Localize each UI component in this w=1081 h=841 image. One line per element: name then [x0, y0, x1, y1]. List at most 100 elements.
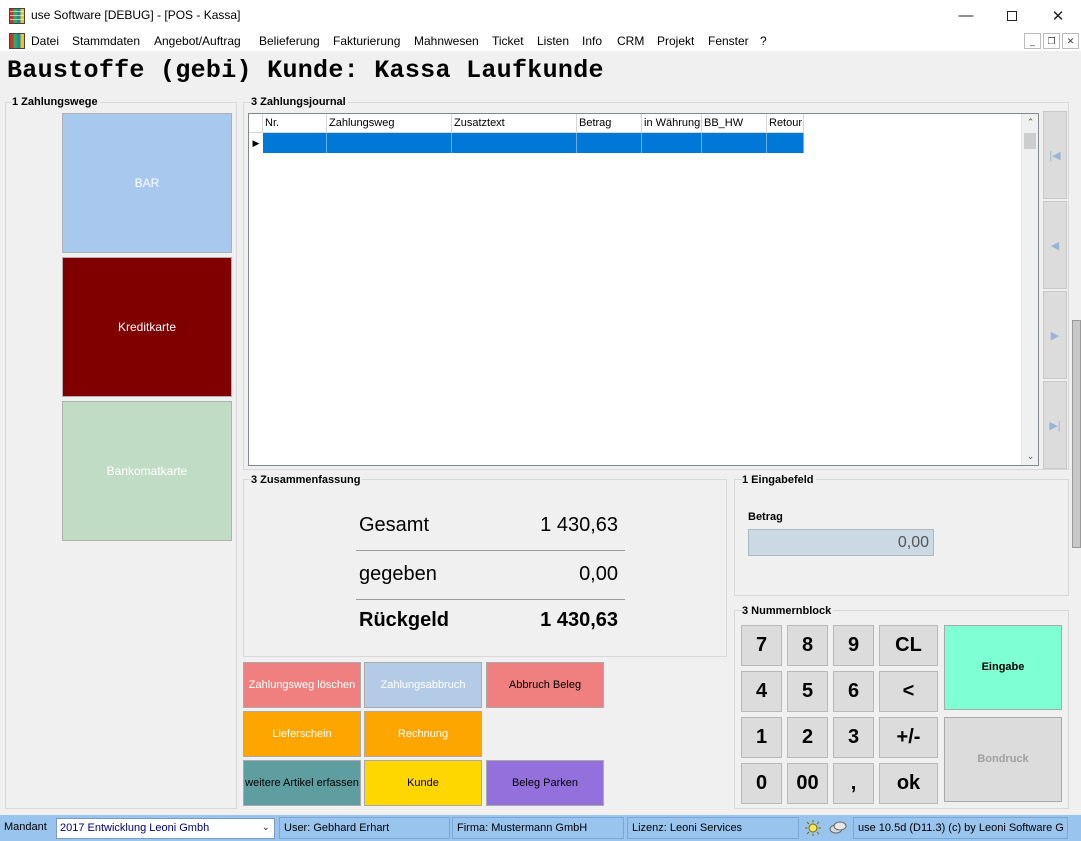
menu-crm[interactable]: CRM	[617, 34, 644, 48]
table-cell[interactable]	[327, 133, 452, 153]
abbruch-beleg-button[interactable]: Abbruch Beleg	[486, 662, 604, 708]
key-4[interactable]: 4	[741, 671, 782, 712]
menu-mahnwesen[interactable]: Mahnwesen	[414, 34, 479, 48]
key-sign[interactable]: +/-	[879, 717, 938, 758]
menu-ticket[interactable]: Ticket	[492, 34, 524, 48]
key-0[interactable]: 0	[741, 763, 782, 804]
mdi-minimize-button[interactable]: _	[1024, 33, 1041, 49]
bankomatkarte-label: Bankomatkarte	[106, 464, 188, 478]
column-zahlungsweg[interactable]: Zahlungsweg	[327, 114, 452, 133]
menu-fenster[interactable]: Fenster	[708, 34, 749, 48]
table-cell[interactable]	[702, 133, 767, 153]
scroll-thumb[interactable]	[1024, 133, 1036, 149]
close-icon: ✕	[1051, 7, 1065, 25]
gegeben-value: 0,00	[579, 563, 618, 585]
column-in-waehrung[interactable]: in Währung	[642, 114, 702, 133]
window-scrollbar[interactable]	[1072, 320, 1081, 548]
page-title: Baustoffe (gebi) Kunde: Kassa Laufkunde	[7, 56, 604, 85]
chevron-down-icon: ⌄	[261, 822, 270, 833]
grid-scrollbar[interactable]: ⌃ ⌄	[1021, 114, 1038, 465]
key-3[interactable]: 3	[833, 717, 874, 758]
key-1[interactable]: 1	[741, 717, 782, 758]
minimize-icon: _	[1029, 36, 1035, 46]
payment-methods-title: 1 Zahlungswege	[12, 96, 100, 108]
key-00[interactable]: 00	[787, 763, 828, 804]
journal-grid[interactable]: Nr. Zahlungsweg Zusatztext Betrag in Wäh…	[248, 113, 1039, 466]
key-6[interactable]: 6	[833, 671, 874, 712]
table-row[interactable]	[263, 133, 804, 153]
column-betrag[interactable]: Betrag	[577, 114, 642, 133]
key-ok[interactable]: ok	[879, 763, 938, 804]
eingabe-button[interactable]: Eingabe	[944, 625, 1062, 710]
lieferschein-button[interactable]: Lieferschein	[243, 711, 361, 757]
kunde-label: Kunde	[407, 776, 439, 789]
bar-button[interactable]: BAR	[62, 113, 232, 253]
mandant-label: Mandant	[4, 821, 47, 833]
key-2[interactable]: 2	[787, 717, 828, 758]
table-cell[interactable]	[452, 133, 577, 153]
zahlungsabbruch-button[interactable]: Zahlungsabbruch	[364, 662, 482, 708]
mdi-child-icon[interactable]	[9, 33, 25, 49]
zahlungsabbruch-label: Zahlungsabbruch	[380, 678, 466, 691]
key-backspace[interactable]: <	[879, 671, 938, 712]
zahlungsweg-loeschen-button[interactable]: Zahlungsweg löschen	[243, 662, 361, 708]
mandant-select[interactable]: 2017 Entwicklung Leoni Gmbh ⌄	[56, 818, 275, 839]
key-7[interactable]: 7	[741, 625, 782, 666]
nav-next-button[interactable]: ▶	[1043, 291, 1067, 379]
menu-listen[interactable]: Listen	[537, 34, 569, 48]
scroll-up-icon[interactable]: ⌃	[1022, 114, 1039, 131]
minimize-icon: —	[958, 7, 974, 24]
column-bb-hw[interactable]: BB_HW	[702, 114, 767, 133]
status-bar: Mandant 2017 Entwicklung Leoni Gmbh ⌄ Us…	[0, 815, 1081, 841]
weitere-artikel-button[interactable]: weitere Artikel erfassen	[243, 760, 361, 806]
app-icon	[9, 8, 25, 24]
column-zusatztext[interactable]: Zusatztext	[452, 114, 577, 133]
coins-icon[interactable]	[829, 819, 847, 837]
next-record-icon: ▶	[1050, 329, 1060, 342]
last-record-icon: ▶|	[1049, 419, 1061, 432]
menu-stammdaten[interactable]: Stammdaten	[72, 34, 140, 48]
table-cell[interactable]	[642, 133, 702, 153]
version-status: use 10.5d (D11.3) (c) by Leoni Software …	[853, 817, 1068, 839]
gesamt-label: Gesamt	[359, 514, 430, 536]
menu-datei[interactable]: Datei	[31, 34, 59, 48]
menu-info[interactable]: Info	[582, 34, 602, 48]
mdi-restore-button[interactable]: ❐	[1043, 33, 1060, 49]
menu-belieferung[interactable]: Belieferung	[259, 34, 320, 48]
table-cell[interactable]	[767, 133, 804, 153]
maximize-button[interactable]	[989, 0, 1035, 31]
nav-last-button[interactable]: ▶|	[1043, 381, 1067, 469]
close-button[interactable]: ✕	[1035, 0, 1081, 31]
eingabe-label: Eingabe	[981, 661, 1025, 673]
sun-icon[interactable]	[804, 819, 822, 837]
menu-angebot-auftrag[interactable]: Angebot/Auftrag	[154, 34, 241, 48]
mdi-close-button[interactable]: ✕	[1062, 33, 1079, 49]
minimize-button[interactable]: —	[943, 0, 989, 31]
column-nr[interactable]: Nr.	[263, 114, 327, 133]
key-9[interactable]: 9	[833, 625, 874, 666]
kreditkarte-button[interactable]: Kreditkarte	[62, 257, 232, 397]
menu-projekt[interactable]: Projekt	[657, 34, 694, 48]
menu-help[interactable]: ?	[760, 34, 767, 48]
betrag-input[interactable]: 0,00	[748, 529, 934, 556]
kunde-button[interactable]: Kunde	[364, 760, 482, 806]
mandant-value: 2017 Entwicklung Leoni Gmbh	[60, 822, 210, 834]
lieferschein-label: Lieferschein	[272, 727, 332, 740]
nav-first-button[interactable]: |◀	[1043, 111, 1067, 199]
menu-fakturierung[interactable]: Fakturierung	[333, 34, 400, 48]
rechnung-button[interactable]: Rechnung	[364, 711, 482, 757]
rueckgeld-label: Rückgeld	[359, 609, 450, 631]
key-clear[interactable]: CL	[879, 625, 938, 666]
beleg-parken-button[interactable]: Beleg Parken	[486, 760, 604, 806]
bankomatkarte-button[interactable]: Bankomatkarte	[62, 401, 232, 541]
key-8[interactable]: 8	[787, 625, 828, 666]
column-retour[interactable]: Retour	[767, 114, 804, 133]
nav-prev-button[interactable]: ◀	[1043, 201, 1067, 289]
table-cell[interactable]	[263, 133, 327, 153]
kreditkarte-label: Kreditkarte	[117, 320, 177, 334]
bondruck-button[interactable]: Bondruck	[944, 717, 1062, 802]
scroll-down-icon[interactable]: ⌄	[1022, 448, 1039, 465]
key-5[interactable]: 5	[787, 671, 828, 712]
table-cell[interactable]	[577, 133, 642, 153]
key-comma[interactable]: ,	[833, 763, 874, 804]
